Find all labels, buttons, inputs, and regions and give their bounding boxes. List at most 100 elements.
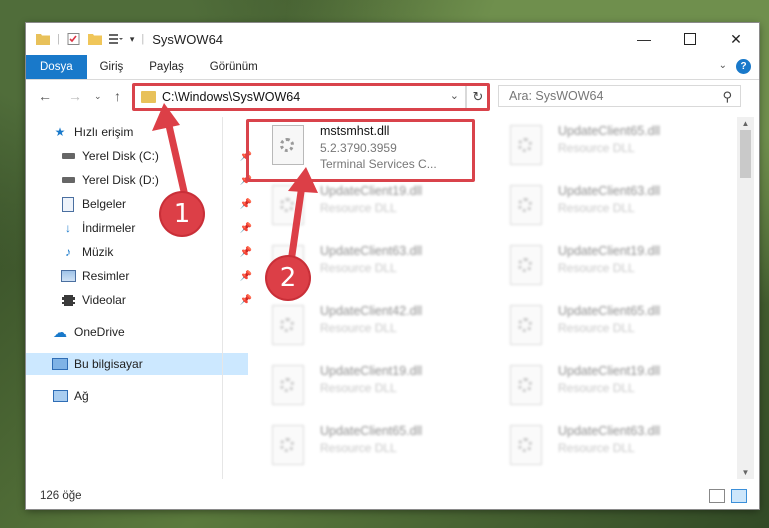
toolbar-separator: | <box>141 33 145 45</box>
dll-file-icon <box>272 185 304 225</box>
sidebar-item-this-pc[interactable]: Bu bilgisayar <box>26 353 248 375</box>
maximize-button[interactable] <box>667 23 713 55</box>
folder-icon <box>36 34 50 45</box>
file-item[interactable]: UpdateClient65.dll Resource DLL <box>250 419 480 473</box>
pane-divider <box>222 117 223 479</box>
dll-file-icon <box>510 365 542 405</box>
help-button[interactable]: ? <box>736 59 751 74</box>
item-count: 126 öğe <box>40 490 82 502</box>
back-button[interactable]: ← <box>38 88 52 104</box>
file-name: UpdateClient63.dll <box>558 424 661 438</box>
dll-file-icon <box>510 245 542 285</box>
scrollbar-thumb[interactable] <box>740 130 751 178</box>
file-type: Resource DLL <box>558 441 635 455</box>
file-item[interactable]: UpdateClient19.dll Resource DLL <box>488 359 718 413</box>
file-name: mstsmhst.dll <box>320 124 390 138</box>
sidebar-item-label: Resimler <box>82 269 130 283</box>
scroll-down-icon[interactable]: ▼ <box>737 468 754 477</box>
file-name: UpdateClient19.dll <box>320 364 423 378</box>
file-type: Resource DLL <box>320 381 397 395</box>
file-item-highlighted[interactable]: mstsmhst.dll 5.2.3790.3959 Terminal Serv… <box>250 119 480 173</box>
pictures-icon <box>60 269 76 283</box>
file-item[interactable]: UpdateClient65.dll Resource DLL <box>488 119 718 173</box>
search-box[interactable]: Ara: SysWOW64 ⚲ <box>498 85 741 107</box>
file-type: Resource DLL <box>558 201 635 215</box>
file-item[interactable]: UpdateClient63.dll Resource DLL <box>488 419 718 473</box>
sidebar-item-quick-access[interactable]: ★ Hızlı erişim <box>26 121 248 143</box>
sidebar-item-label: OneDrive <box>74 325 125 339</box>
file-type: Resource DLL <box>320 321 397 335</box>
tab-view[interactable]: Görünüm <box>197 55 271 79</box>
dll-file-icon <box>510 125 542 165</box>
new-folder-icon[interactable] <box>87 33 102 45</box>
details-view-icon[interactable] <box>709 489 725 503</box>
sidebar-item-label: Videolar <box>82 293 126 307</box>
properties-icon[interactable] <box>67 33 81 45</box>
dll-file-icon <box>272 305 304 345</box>
file-item[interactable]: UpdateClient42.dll Resource DLL <box>250 299 480 353</box>
search-icon: ⚲ <box>722 89 732 104</box>
file-version: 5.2.3790.3959 <box>320 141 397 155</box>
file-description: Terminal Services C... <box>320 157 437 171</box>
forward-button[interactable]: → <box>68 88 82 104</box>
star-icon: ★ <box>54 125 66 139</box>
file-type: Resource DLL <box>558 261 635 275</box>
navigation-bar: ← → ⌄ ↑ C:\Windows\SysWOW64 ⌄ ↻ Ara: Sys… <box>26 80 759 114</box>
download-icon: ↓ <box>65 221 71 235</box>
file-item[interactable]: UpdateClient19.dll Resource DLL <box>250 359 480 413</box>
tab-share[interactable]: Paylaş <box>136 55 197 79</box>
dll-file-icon <box>272 425 304 465</box>
up-button[interactable]: ↑ <box>114 88 121 104</box>
search-input[interactable]: Ara: SysWOW64 <box>509 89 603 103</box>
minimize-button[interactable]: — <box>621 23 667 55</box>
file-name: UpdateClient65.dll <box>558 124 661 138</box>
folder-icon <box>141 91 156 103</box>
customize-toolbar-icon[interactable] <box>108 33 123 45</box>
documents-icon <box>60 196 76 212</box>
vertical-scrollbar[interactable]: ▲ ▼ <box>737 117 754 479</box>
callout-badge-two: 2 <box>267 257 309 299</box>
tiles-view-icon[interactable] <box>731 489 747 503</box>
file-item[interactable]: UpdateClient19.dll Resource DLL <box>250 179 480 233</box>
navigation-pane: ★ Hızlı erişim Yerel Disk (C:) 📌 Yerel D… <box>26 117 252 479</box>
address-bar[interactable]: C:\Windows\SysWOW64 ⌄ <box>134 85 466 109</box>
dll-file-icon <box>272 125 304 165</box>
address-dropdown-icon[interactable]: ⌄ <box>450 89 459 102</box>
recent-locations-icon[interactable]: ⌄ <box>94 91 102 102</box>
callout-badge-one: 1 <box>161 193 203 235</box>
file-name: UpdateClient63.dll <box>320 244 423 258</box>
refresh-button[interactable]: ↻ <box>466 85 490 109</box>
sidebar-item-label: İndirmeler <box>82 221 136 235</box>
sidebar-item-label: Yerel Disk (D:) <box>82 173 159 187</box>
file-explorer-window: | ▾ | SysWOW64 — ✕ Dosya Giriş Paylaş Gö… <box>26 23 759 509</box>
close-button[interactable]: ✕ <box>713 23 759 55</box>
dll-file-icon <box>510 185 542 225</box>
dll-file-icon <box>510 305 542 345</box>
window-title: SysWOW64 <box>152 31 224 47</box>
sidebar-item-network[interactable]: Ağ <box>26 385 248 407</box>
sidebar-item-label: Belgeler <box>82 197 127 211</box>
file-name: UpdateClient19.dll <box>558 364 661 378</box>
file-name: UpdateClient19.dll <box>558 244 661 258</box>
file-item[interactable]: UpdateClient19.dll Resource DLL <box>488 239 718 293</box>
drive-icon <box>60 173 76 187</box>
status-bar: 126 öğe <box>26 483 759 509</box>
drive-icon <box>60 149 76 163</box>
maximize-icon <box>684 33 696 45</box>
file-item[interactable]: UpdateClient63.dll Resource DLL <box>488 179 718 233</box>
tab-home[interactable]: Giriş <box>87 55 137 79</box>
sidebar-item-label: Yerel Disk (C:) <box>82 149 159 163</box>
file-type: Resource DLL <box>320 201 397 215</box>
file-type: Resource DLL <box>320 441 397 455</box>
tab-file[interactable]: Dosya <box>26 55 87 79</box>
window-controls: — ✕ <box>621 23 759 55</box>
toolbar-separator: | <box>57 33 60 45</box>
network-icon <box>52 389 68 403</box>
quick-access-dropdown-icon[interactable]: ▾ <box>130 34 135 45</box>
ribbon-expand-icon[interactable]: ⌄ <box>719 60 727 71</box>
scroll-up-icon[interactable]: ▲ <box>737 119 754 128</box>
dll-file-icon <box>510 425 542 465</box>
file-item[interactable]: UpdateClient65.dll Resource DLL <box>488 299 718 353</box>
quick-access-toolbar: | ▾ | <box>26 33 144 45</box>
sidebar-item-onedrive[interactable]: ☁ OneDrive <box>26 321 248 343</box>
